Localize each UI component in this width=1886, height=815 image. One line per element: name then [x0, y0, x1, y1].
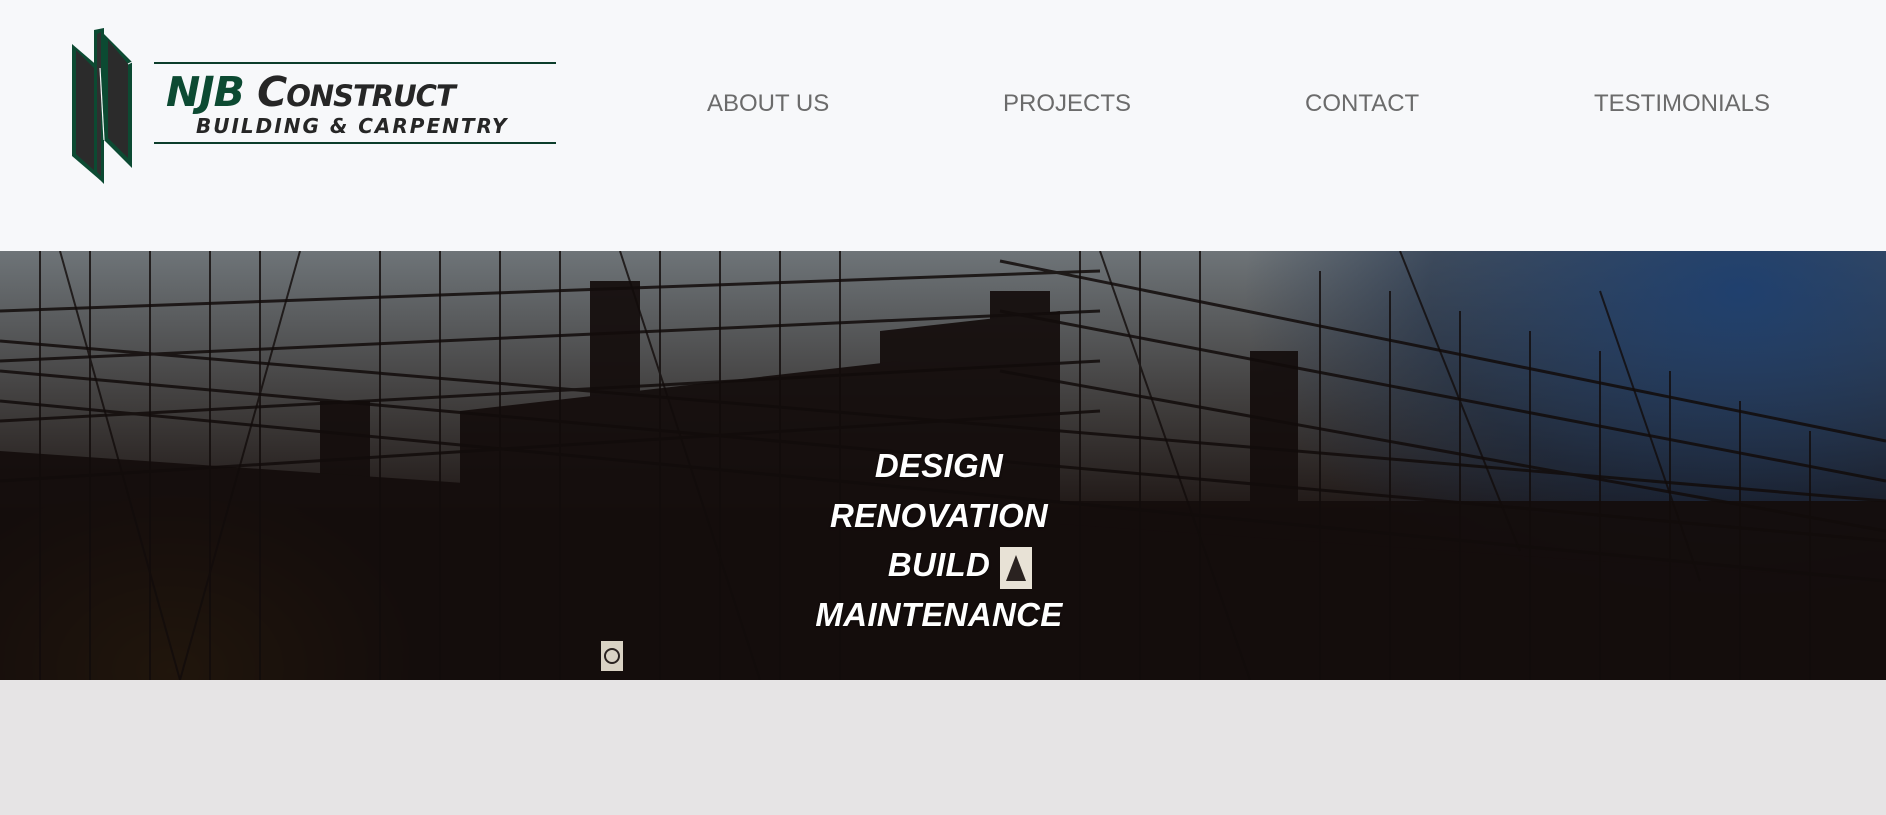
logo-rule-bottom	[154, 142, 556, 144]
logo-subtitle: BUILDING & CARPENTRY	[196, 114, 509, 138]
hero-line-design: DESIGN	[874, 447, 1004, 484]
hero-line-renovation: RENOVATION	[829, 496, 1049, 534]
hero-line-build: BUILD	[887, 546, 991, 583]
logo-title: NJB Construct	[166, 68, 456, 116]
logo-construct-text: Construct	[257, 68, 456, 116]
building-logo-icon	[72, 28, 133, 184]
njb-construct-logo[interactable]: NJB Construct BUILDING & CARPENTRY	[70, 24, 560, 184]
nav-testimonials[interactable]: TESTIMONIALS	[1594, 89, 1770, 119]
content-section-placeholder	[0, 680, 1886, 815]
logo-rule-top	[154, 62, 556, 64]
hero-services-text: DESIGN RENOVATION BUILD MAINTENANCE	[0, 441, 1878, 639]
nav-projects[interactable]: PROJECTS	[1003, 89, 1131, 119]
hero-line-maintenance: MAINTENANCE	[815, 595, 1063, 633]
logo-njb-text: NJB	[166, 68, 245, 116]
site-header: NJB Construct BUILDING & CARPENTRY ABOUT…	[0, 0, 1886, 251]
hero-banner: DESIGN RENOVATION BUILD MAINTENANCE	[0, 251, 1886, 680]
nav-contact[interactable]: CONTACT	[1305, 89, 1419, 119]
nav-about-us[interactable]: ABOUT US	[707, 89, 829, 119]
